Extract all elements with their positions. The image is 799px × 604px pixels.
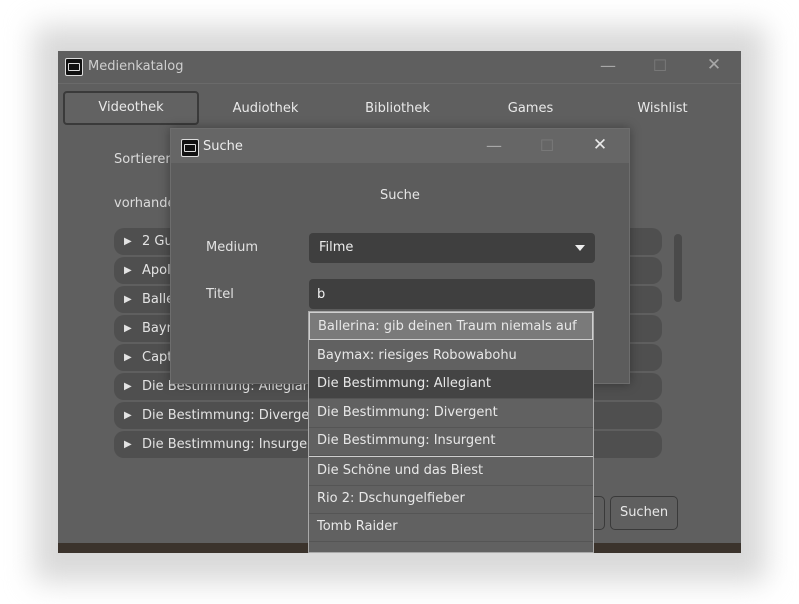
title-suggestions: Ballerina: gib deinen Traum niemals auf … [308,311,594,553]
medium-select-value: Filme [319,240,354,255]
dialog-minimize-button[interactable]: — [479,136,509,155]
maximize-button[interactable]: ☐ [645,56,675,75]
list-scrollbar[interactable] [674,234,682,302]
expand-icon: ▶ [124,323,132,334]
suggestion-item[interactable]: Die Bestimmung: Divergent [309,399,593,428]
available-label: vorhande [114,196,176,211]
app-icon [181,139,199,157]
dialog-title: Suche [203,139,243,154]
medium-select[interactable]: Filme [309,233,595,263]
suggestion-item[interactable]: Tomb Raider [309,513,593,542]
expand-icon: ▶ [124,236,132,247]
title-label: Titel [206,287,234,302]
dialog-titlebar: Suche — ☐ ✕ [171,129,629,163]
suggestion-item[interactable]: Baymax: riesiges Robowabohu [309,342,593,371]
tab-games[interactable]: Games [473,94,588,124]
expand-icon: ▶ [124,294,132,305]
tab-videothek[interactable]: Videothek [63,91,199,125]
expand-icon: ▶ [124,410,132,421]
tab-bibliothek[interactable]: Bibliothek [340,94,455,124]
suggestion-item[interactable]: Ballerina: gib deinen Traum niemals auf [309,312,593,340]
tab-wishlist[interactable]: Wishlist [605,94,720,124]
dialog-heading: Suche [380,188,420,203]
close-button[interactable]: ✕ [699,55,729,75]
medium-label: Medium [206,240,258,255]
title-input[interactable] [317,283,577,305]
app-icon [65,58,83,76]
suggestion-item[interactable]: Rio 2: Dschungelfieber [309,485,593,514]
main-titlebar: Medienkatalog — ☐ ✕ [58,51,741,84]
tab-audiothek[interactable]: Audiothek [208,94,323,124]
suggestion-item[interactable]: Die Bestimmung: Allegiant [309,370,593,399]
suggestion-item[interactable]: Die Schöne und das Biest [309,456,593,486]
minimize-button[interactable]: — [593,56,623,75]
expand-icon: ▶ [124,439,132,450]
expand-icon: ▶ [124,265,132,276]
expand-icon: ▶ [124,352,132,363]
title-field[interactable] [309,279,595,309]
main-window-title: Medienkatalog [88,59,184,74]
dialog-maximize-button[interactable]: ☐ [532,136,562,155]
expand-icon: ▶ [124,381,132,392]
chevron-down-icon [575,245,585,251]
sort-label: Sortieren [114,152,174,167]
suggestion-item[interactable]: Die Bestimmung: Insurgent [309,427,593,456]
search-button[interactable]: Suchen [610,496,678,530]
dialog-close-button[interactable]: ✕ [585,135,615,155]
